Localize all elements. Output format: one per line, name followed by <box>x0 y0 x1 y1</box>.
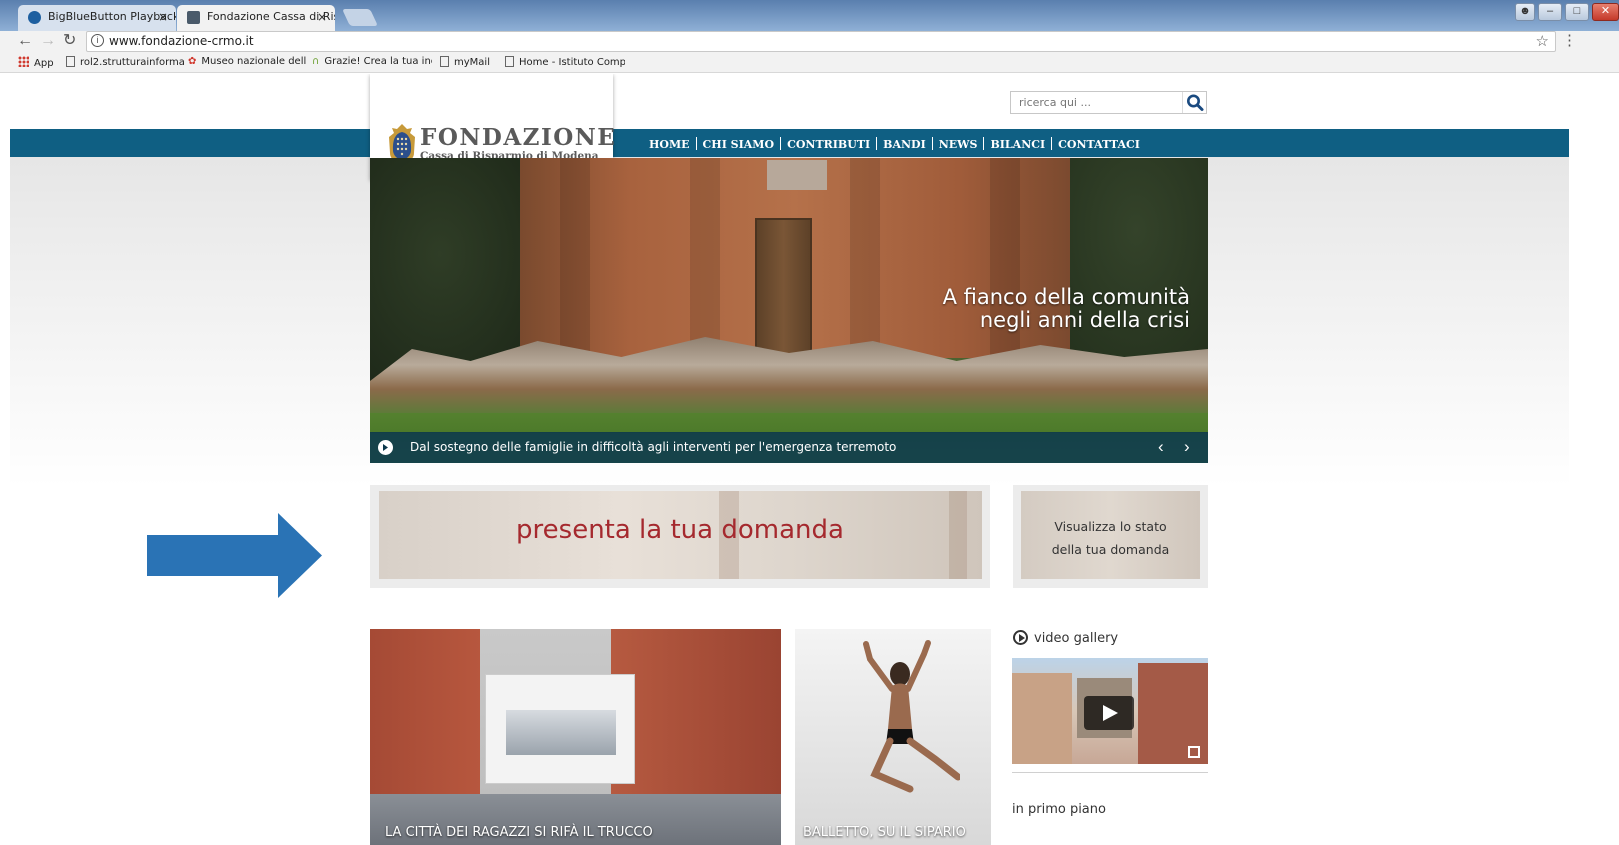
bigbluebutton-favicon-icon <box>28 11 41 24</box>
bookmark-label: myMail <box>454 57 490 68</box>
tab-fondazione[interactable]: Fondazione Cassa di Risp × <box>177 5 335 31</box>
video-play-circle-icon <box>1013 630 1028 645</box>
bookmark-label: Museo nazionale dell <box>201 56 307 67</box>
hero-plaque <box>767 160 827 190</box>
video-gallery-label: video gallery <box>1034 631 1119 646</box>
new-tab-button[interactable] <box>342 9 378 26</box>
bookmark-rol2[interactable]: rol2.strutturainformat <box>66 56 184 68</box>
nav-contributi[interactable]: CONTRIBUTI <box>787 138 870 151</box>
page-icon <box>440 56 449 67</box>
search-button[interactable] <box>1182 92 1206 113</box>
video-gallery-heading[interactable]: video gallery <box>1013 630 1118 646</box>
slider-prev-icon[interactable]: ‹ <box>1158 437 1164 457</box>
browser-menu-icon[interactable]: ⋮ <box>1562 31 1577 49</box>
tile-image-window <box>506 710 616 755</box>
bookmark-mymail[interactable]: myMail <box>440 56 500 68</box>
arc-icon: ∩ <box>312 56 320 67</box>
in-primo-piano-heading: in primo piano <box>1012 802 1106 817</box>
page-icon <box>505 56 514 67</box>
url-text[interactable]: www.fondazione-crmo.it <box>109 34 254 48</box>
bookmark-home-istituto[interactable]: Home - Istituto Comp <box>505 56 625 68</box>
search-input[interactable] <box>1011 92 1183 113</box>
site-info-icon[interactable]: i <box>91 34 104 47</box>
bookmarks-bar: App rol2.strutturainformat ✿ Museo nazion… <box>0 52 1619 73</box>
flower-icon: ✿ <box>188 56 197 67</box>
nav-chi-siamo[interactable]: CHI SIAMO <box>703 138 775 151</box>
logo-title: FONDAZIONE <box>420 124 617 151</box>
bookmark-museo[interactable]: ✿ Museo nazionale dell <box>188 56 310 67</box>
forward-arrow-icon[interactable]: → <box>40 32 56 50</box>
tab-close-icon[interactable]: × <box>158 5 168 29</box>
browser-tabstrip: BigBlueButton Playback × Fondazione Cass… <box>0 0 1619 31</box>
bookmark-label: Grazie! Crea la tua inc <box>324 56 432 67</box>
hero-caption-bar: Dal sostegno delle famiglie in difficolt… <box>370 432 1208 463</box>
user-profile-icon[interactable]: ☻ <box>1515 3 1535 21</box>
search-icon <box>1187 94 1204 111</box>
video-thumbnail[interactable] <box>1012 658 1208 764</box>
hero-headline: A fianco della comunità negli anni della… <box>890 286 1190 332</box>
status-text-line2: della tua domanda <box>1051 542 1170 557</box>
bookmark-label: Home - Istituto Comp <box>519 57 625 68</box>
hero-slider[interactable]: A fianco della comunità negli anni della… <box>370 158 1208 463</box>
application-status-banner[interactable]: Visualizza lo stato della tua domanda <box>1013 485 1208 588</box>
application-status-text[interactable]: Visualizza lo stato della tua domanda <box>1013 515 1208 561</box>
bookmark-apps[interactable]: App <box>18 56 63 69</box>
dancer-image <box>863 640 960 793</box>
tile-caption[interactable]: LA CITTÀ DEI RAGAZZI SI RIFÀ IL TRUCCO <box>385 825 653 840</box>
window-close-icon[interactable]: ✕ <box>1592 3 1619 21</box>
hero-door <box>755 218 812 358</box>
bookmark-grazie[interactable]: ∩ Grazie! Crea la tua inc <box>312 56 432 67</box>
bookmark-star-icon[interactable]: ☆ <box>1536 32 1549 50</box>
main-nav: HOME CHI SIAMO CONTRIBUTI BANDI NEWS BILANCI C… <box>649 137 1140 151</box>
nav-bilanci[interactable]: BILANCI <box>990 138 1045 151</box>
nav-contattaci[interactable]: CONTATTACI <box>1058 138 1140 151</box>
nav-separator <box>931 137 933 150</box>
annotation-arrow-icon <box>147 513 322 598</box>
address-bar[interactable]: i www.fondazione-crmo.it ☆ <box>86 31 1556 52</box>
fullscreen-icon[interactable] <box>1188 746 1200 758</box>
nav-separator <box>695 137 697 150</box>
nav-bandi[interactable]: BANDI <box>883 138 926 151</box>
tile-image-building <box>485 674 635 784</box>
reload-icon[interactable]: ↻ <box>63 32 76 50</box>
nav-news[interactable]: NEWS <box>939 138 978 151</box>
nav-separator <box>983 137 985 150</box>
tab-bigbluebutton[interactable]: BigBlueButton Playback × <box>18 5 176 31</box>
minimize-icon[interactable]: – <box>1538 3 1562 21</box>
site-search <box>1010 91 1207 114</box>
slider-next-icon[interactable]: › <box>1184 437 1190 457</box>
page-icon <box>66 56 75 67</box>
hero-headline-line1: A fianco della comunità <box>942 285 1190 309</box>
bookmark-label: rol2.strutturainformat <box>80 57 184 68</box>
tile-caption[interactable]: BALLETTO, SU IL SIPARIO <box>803 825 966 840</box>
status-text-line1: Visualizza lo stato <box>1054 519 1167 534</box>
tab-title: Fondazione Cassa di Risp <box>207 10 335 23</box>
news-tile-citta-ragazzi[interactable]: LA CITTÀ DEI RAGAZZI SI RIFÀ IL TRUCCO <box>370 629 781 845</box>
webpage: FONDAZIONE Cassa di Risparmio di Modena … <box>10 74 1569 845</box>
present-application-banner[interactable]: presenta la tua domanda <box>370 485 990 588</box>
hero-caption[interactable]: Dal sostegno delle famiglie in difficolt… <box>410 440 896 454</box>
pilaster <box>560 158 590 358</box>
nav-home[interactable]: HOME <box>649 138 690 151</box>
maximize-icon[interactable]: □ <box>1565 3 1589 21</box>
back-arrow-icon[interactable]: ← <box>17 32 33 50</box>
tab-title: BigBlueButton Playback <box>48 10 176 23</box>
apps-grid-icon <box>18 56 29 67</box>
fondazione-favicon-icon <box>187 11 200 24</box>
divider <box>1012 772 1208 773</box>
news-tile-balletto[interactable]: BALLETTO, SU IL SIPARIO <box>795 629 991 845</box>
present-application-text[interactable]: presenta la tua domanda <box>370 515 990 545</box>
pilaster <box>690 158 720 358</box>
tab-close-icon[interactable]: × <box>317 5 327 29</box>
nav-separator <box>1051 137 1053 150</box>
play-icon[interactable] <box>378 440 393 455</box>
bookmark-label: App <box>34 58 54 69</box>
nav-separator <box>876 137 878 150</box>
video-play-button-icon[interactable] <box>1084 696 1134 730</box>
nav-separator <box>780 137 782 150</box>
thumb-building <box>1012 673 1072 764</box>
hero-headline-line2: negli anni della crisi <box>979 308 1190 332</box>
browser-toolbar: ← → ↻ i www.fondazione-crmo.it ☆ ⋮ <box>0 31 1619 52</box>
pilaster <box>850 158 880 358</box>
